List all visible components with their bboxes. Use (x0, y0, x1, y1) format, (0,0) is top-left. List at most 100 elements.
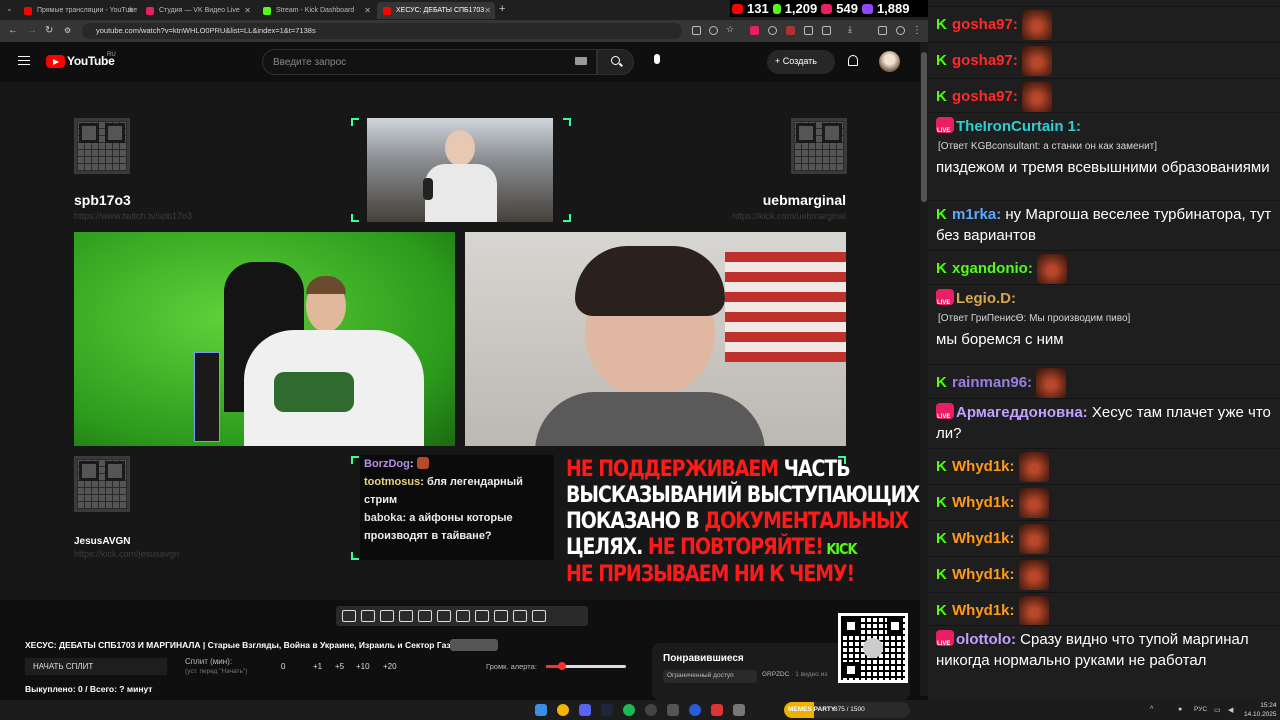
close-tab-icon[interactable]: ✕ (484, 6, 491, 15)
start-split-button[interactable]: НАЧАТЬ СПЛИТ (25, 658, 167, 675)
status-badge (450, 639, 498, 651)
chat-username[interactable]: Whyd1k: (952, 602, 1015, 619)
chat-username[interactable]: m1rka: (952, 206, 1001, 223)
chat-username[interactable]: gosha97: (952, 88, 1018, 105)
tab-vk-studio[interactable]: Студия — VK Видео Live ✕ (140, 2, 255, 19)
settings-gear-icon[interactable] (532, 610, 546, 622)
tab-current-video[interactable]: ХЕСУС: ДЕБАТЫ СПБ1703 ✕ (377, 2, 495, 19)
search-input[interactable]: Введите запрос (262, 49, 597, 75)
chat-username[interactable]: Whyd1k: (952, 494, 1015, 511)
page-scrollbar[interactable] (920, 42, 928, 696)
chat-username[interactable]: Whyd1k: (952, 458, 1015, 475)
zoom-icon[interactable] (709, 26, 718, 35)
forward-arrow-icon[interactable]: → (27, 25, 37, 36)
search-button[interactable] (597, 49, 634, 75)
audio-icon[interactable] (380, 610, 394, 622)
reload-icon[interactable]: ↻ (45, 25, 53, 36)
network-icon[interactable]: ▭ (1214, 706, 1221, 714)
video-title: ХЕСУС: ДЕБАТЫ СПБ1703 И МАРГИНАЛА | Стар… (25, 640, 456, 650)
steam-icon[interactable] (601, 704, 613, 716)
split-value[interactable]: 0 (281, 662, 285, 671)
volume-icon[interactable]: ◀ (1228, 706, 1233, 714)
obs-icon[interactable] (645, 704, 657, 716)
tab-kick-dashboard[interactable]: Stream - Kick Dashboard ✕ (257, 2, 375, 19)
chat-message: TheIronCurtain 1: [Ответ KGBconsultant: а… (936, 116, 1274, 178)
tab-youtube-live[interactable]: Прямые трансляции - YouTube ✕ (18, 2, 138, 19)
chat-username[interactable]: gosha97: (952, 16, 1018, 33)
chat-username[interactable]: olottolo: (956, 631, 1016, 648)
scrollbar-thumb[interactable] (921, 52, 927, 202)
notifications-bell-icon[interactable] (848, 55, 858, 66)
chat-divider (928, 398, 1280, 399)
split-add-10-button[interactable]: +10 (356, 662, 370, 671)
chat-username[interactable]: gosha97: (952, 52, 1018, 69)
url-field[interactable]: youtube.com/watch?v=ktnWHLO0PRU&list=LL&… (82, 23, 682, 39)
slider-knob[interactable] (558, 662, 566, 670)
chat-username[interactable]: Whyd1k: (952, 566, 1015, 583)
sidebar-icon[interactable] (878, 26, 887, 35)
create-button[interactable]: + Создать (767, 50, 835, 74)
screenshot-icon[interactable] (513, 610, 527, 622)
playlist-title[interactable]: Понравившиеся (663, 653, 744, 664)
sort-icon[interactable] (361, 610, 375, 622)
qr-code-jesusavgn (74, 456, 130, 512)
chat-username[interactable]: Legio.D: (956, 290, 1016, 307)
app-icon[interactable] (711, 704, 723, 716)
new-tab-icon[interactable]: + (499, 3, 505, 15)
bookmark-star-icon[interactable]: ☆ (726, 24, 735, 34)
taskbar-clock[interactable]: 15:24 14.10.2025 (1244, 701, 1277, 719)
mic-tray-icon[interactable]: ● (1178, 706, 1182, 713)
download-icon[interactable]: ⤓ (848, 24, 857, 34)
split-add-20-button[interactable]: +20 (383, 662, 397, 671)
split-add-5-button[interactable]: +5 (335, 662, 344, 671)
chat-username[interactable]: Армагеддоновна: (956, 404, 1088, 421)
pip-icon[interactable] (437, 610, 451, 622)
clip-icon[interactable] (418, 610, 432, 622)
avatar[interactable] (879, 51, 900, 72)
extension-icon[interactable] (786, 26, 795, 35)
discord-icon[interactable] (579, 704, 591, 716)
chat-username[interactable]: Whyd1k: (952, 530, 1015, 547)
alert-volume-slider[interactable] (546, 662, 626, 670)
add-icon[interactable] (494, 610, 508, 622)
vk-viewers: 549 (836, 1, 858, 16)
tray-chevron-icon[interactable]: ^ (1150, 706, 1153, 713)
loop-icon[interactable] (342, 610, 356, 622)
profile-icon[interactable] (896, 26, 905, 35)
app-icon[interactable] (667, 704, 679, 716)
chat-divider (928, 484, 1280, 485)
extension-icon[interactable] (804, 26, 813, 35)
frames-icon[interactable] (456, 610, 470, 622)
extension-icon[interactable] (768, 26, 777, 35)
close-tab-icon[interactable]: ✕ (127, 6, 134, 15)
start-windows-icon[interactable] (535, 704, 547, 716)
chat-username[interactable]: xgandonio: (952, 260, 1033, 277)
extensions-puzzle-icon[interactable] (822, 26, 831, 35)
back-arrow-icon[interactable]: ← (8, 25, 18, 36)
chat-username[interactable]: rainman96: (952, 374, 1032, 391)
split-add-1-button[interactable]: +1 (313, 662, 322, 671)
emote-icon (1021, 46, 1052, 76)
miniplayer-icon[interactable] (399, 610, 413, 622)
youtube-logo-icon[interactable] (46, 55, 65, 68)
extension-icon[interactable] (750, 26, 759, 35)
chat-username[interactable]: TheIronCurtain 1: (956, 118, 1081, 135)
streamer-name: uebmarginal (762, 192, 846, 208)
host-webcam (367, 118, 553, 222)
memes-party-widget[interactable]: MEMES PARTY 875 / 1500 (784, 702, 910, 718)
microphone-icon[interactable] (654, 54, 660, 64)
menu-hamburger-icon[interactable] (18, 56, 30, 65)
speed-icon[interactable] (475, 610, 489, 622)
chrome-icon[interactable] (557, 704, 569, 716)
tab-list-chevron-icon[interactable]: ⌄ (6, 4, 13, 13)
cast-icon[interactable] (692, 26, 701, 35)
app-icon[interactable] (689, 704, 701, 716)
language-indicator[interactable]: РУС (1194, 706, 1207, 713)
spotify-icon[interactable] (623, 704, 635, 716)
site-info-icon[interactable]: ⚙ (64, 26, 71, 35)
keyboard-icon[interactable] (575, 57, 587, 65)
app-icon[interactable] (733, 704, 745, 716)
browser-menu-icon[interactable]: ⋮ (912, 25, 922, 36)
close-tab-icon[interactable]: ✕ (364, 6, 371, 15)
close-tab-icon[interactable]: ✕ (244, 6, 251, 15)
